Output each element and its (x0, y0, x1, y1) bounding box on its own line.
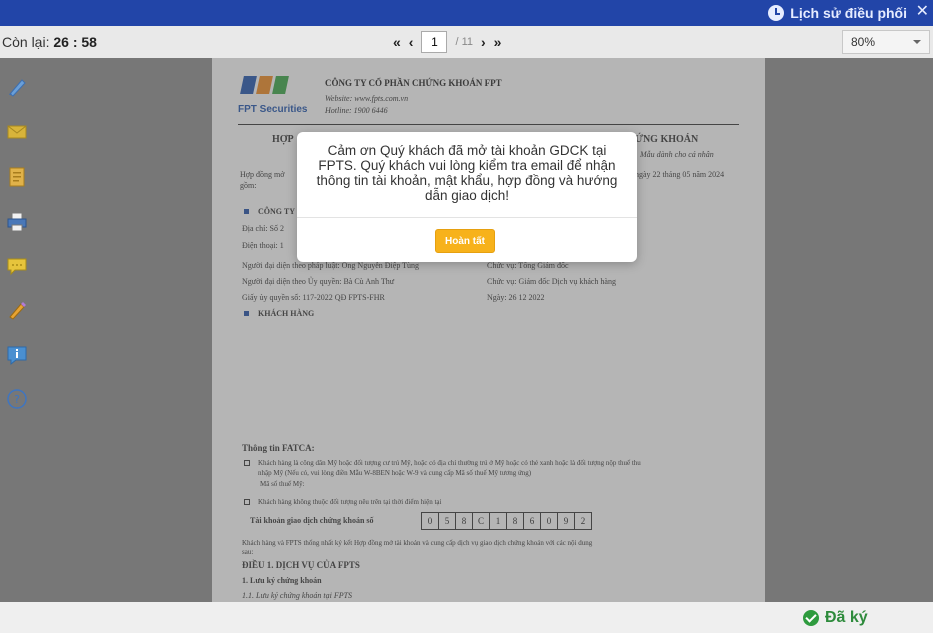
success-dialog: Cảm ơn Quý khách đã mở tài khoản GDCK tạ… (297, 132, 637, 262)
signed-label: Đã ký (825, 609, 868, 626)
pencil-icon[interactable] (6, 299, 28, 321)
chevron-down-icon (913, 40, 921, 44)
remaining-time-value: 26 : 58 (53, 34, 97, 50)
success-message: Cảm ơn Quý khách đã mở tài khoản GDCK tạ… (316, 143, 618, 203)
printer-icon[interactable] (6, 211, 28, 233)
check-circle-icon (803, 610, 819, 626)
history-label: Lịch sử điều phối (790, 5, 907, 21)
document-icon[interactable] (6, 166, 28, 188)
next-page-button[interactable]: › (481, 34, 486, 50)
remaining-time: Còn lại: 26 : 58 (2, 34, 97, 50)
finish-button[interactable]: Hoàn tất (435, 229, 495, 253)
envelope-icon[interactable] (6, 121, 28, 143)
pen-sign-icon[interactable] (6, 76, 28, 98)
clock-icon (768, 5, 785, 21)
last-page-button[interactable]: » (494, 34, 502, 50)
page-number-input[interactable] (421, 31, 448, 53)
help-icon[interactable]: ? (6, 388, 28, 410)
bottom-bar: Đã ký (0, 602, 933, 633)
signed-status[interactable]: Đã ký (803, 609, 868, 627)
zoom-value: 80% (851, 35, 876, 49)
top-bar: Lịch sử điều phối ✕ (0, 0, 933, 26)
comment-icon[interactable] (6, 255, 28, 277)
close-icon[interactable]: ✕ (916, 1, 929, 21)
history-button[interactable]: Lịch sử điều phối (768, 3, 907, 23)
prev-page-button[interactable]: ‹ (409, 34, 414, 50)
svg-text:?: ? (14, 393, 20, 406)
total-pages: / 11 (455, 36, 473, 48)
tool-sidebar: ? (0, 58, 34, 602)
viewer-toolbar: Còn lại: 26 : 58 « ‹ / 11 › » 80% (0, 26, 933, 58)
first-page-button[interactable]: « (393, 34, 401, 50)
zoom-select[interactable]: 80% (842, 30, 930, 54)
dialog-divider (297, 217, 637, 218)
page-navigator: « ‹ / 11 › » (393, 31, 501, 53)
info-icon[interactable] (6, 344, 28, 366)
